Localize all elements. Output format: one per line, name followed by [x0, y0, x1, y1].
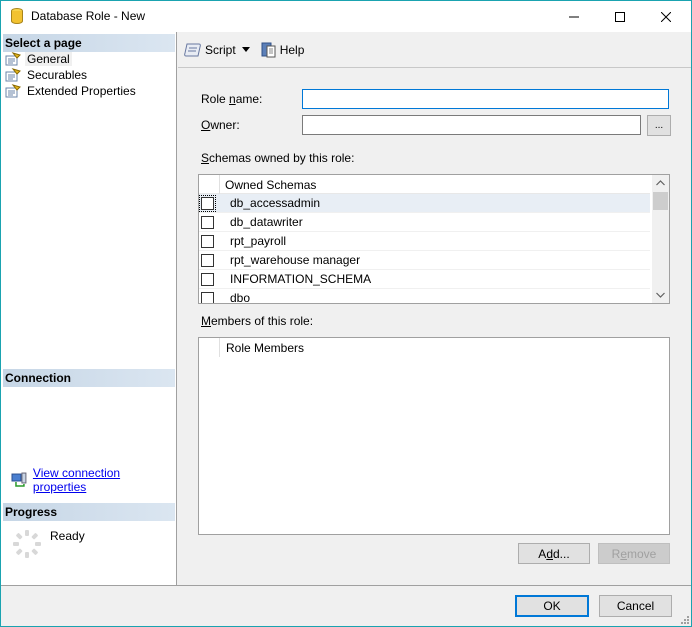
- help-label: Help: [279, 42, 305, 57]
- page-item-label: Extended Properties: [27, 84, 136, 98]
- label-text: embers of this role:: [211, 314, 314, 328]
- page-item-general[interactable]: General: [5, 51, 72, 67]
- label-text: wner:: [210, 118, 240, 132]
- access-key: O: [201, 118, 211, 132]
- minimize-button[interactable]: [551, 1, 597, 32]
- label-text: move: [627, 546, 657, 561]
- schema-checkbox[interactable]: [201, 215, 214, 229]
- cancel-button[interactable]: Cancel: [599, 595, 672, 617]
- schema-row[interactable]: rpt_warehouse manager: [199, 251, 650, 270]
- role-members-column-header[interactable]: Role Members: [226, 341, 304, 355]
- help-button[interactable]: Help: [261, 42, 305, 58]
- role-name-label: Role name:: [201, 92, 262, 106]
- owned-schemas-column-header[interactable]: Owned Schemas: [225, 178, 316, 192]
- access-key: e: [620, 546, 627, 561]
- schema-name: dbo: [230, 291, 251, 304]
- access-key: S: [201, 151, 210, 165]
- connection-icon: [11, 472, 27, 487]
- database-icon: [11, 8, 23, 24]
- page-properties-icon: [5, 52, 21, 66]
- schema-row[interactable]: INFORMATION_SCHEMA: [199, 270, 650, 289]
- page-properties-icon: [5, 68, 21, 82]
- schema-name: db_accessadmin: [230, 196, 321, 210]
- browse-owner-button[interactable]: ...: [647, 115, 671, 136]
- progress-spinner-icon: [13, 530, 41, 558]
- schema-row[interactable]: db_accessadmin: [199, 194, 650, 213]
- ok-button[interactable]: OK: [515, 595, 589, 617]
- schema-row[interactable]: dbo: [199, 289, 650, 304]
- schemas-scrollbar[interactable]: [652, 175, 669, 303]
- column-divider: [219, 175, 220, 194]
- grid-header: Role Members: [199, 338, 669, 357]
- schema-checkbox[interactable]: [199, 194, 216, 212]
- view-connection-properties-link[interactable]: View connection properties: [33, 466, 176, 494]
- label-text: d...: [553, 546, 570, 561]
- page-properties-icon: [5, 84, 21, 98]
- chevron-down-icon: [241, 47, 250, 52]
- access-key: d: [546, 546, 553, 561]
- toolbar: Script Help: [178, 32, 691, 68]
- scrollbar-thumb[interactable]: [653, 192, 668, 210]
- maximize-icon: [615, 11, 625, 22]
- page-item-extended-properties[interactable]: Extended Properties: [5, 83, 136, 99]
- page-item-securables[interactable]: Securables: [5, 67, 87, 83]
- page-item-label: Securables: [27, 68, 88, 82]
- members-label: Members of this role:: [201, 314, 313, 328]
- close-button[interactable]: [643, 1, 689, 32]
- add-member-button[interactable]: Ad d...: [518, 543, 590, 564]
- owned-schemas-grid: Owned Schemas db_accessadmin db_datawrit…: [198, 174, 670, 304]
- schema-name: rpt_payroll: [230, 234, 287, 248]
- schema-name: db_datawriter: [230, 215, 303, 229]
- owner-label: Owner:: [201, 118, 240, 132]
- resize-grip-icon[interactable]: [681, 616, 689, 624]
- schema-checkbox[interactable]: [201, 253, 214, 267]
- footer-divider: [1, 585, 691, 586]
- scroll-up-icon[interactable]: [656, 180, 665, 186]
- database-role-dialog: Database Role - New Select a page Genera…: [0, 0, 692, 627]
- script-button[interactable]: Script: [184, 42, 236, 58]
- select-page-header: Select a page: [3, 34, 175, 52]
- schema-checkbox[interactable]: [201, 272, 214, 286]
- minimize-icon: [569, 16, 579, 17]
- maximize-button[interactable]: [597, 1, 643, 32]
- schema-checkbox[interactable]: [201, 234, 214, 248]
- owner-input[interactable]: [302, 115, 641, 135]
- scroll-down-icon[interactable]: [656, 292, 665, 298]
- page-item-label: General: [25, 52, 72, 66]
- label-text: A: [538, 546, 547, 561]
- schema-name: rpt_warehouse manager: [230, 253, 361, 267]
- grid-header: Owned Schemas: [199, 175, 650, 194]
- role-members-grid: Role Members: [198, 337, 670, 535]
- access-key: M: [201, 314, 211, 328]
- left-panel: Select a page General Securables Extende…: [1, 32, 177, 585]
- schema-name: INFORMATION_SCHEMA: [230, 272, 372, 286]
- title-bar: Database Role - New: [1, 1, 691, 32]
- column-divider: [219, 338, 220, 357]
- script-dropdown[interactable]: [241, 47, 253, 52]
- schemas-label: Schemas owned by this role:: [201, 151, 354, 165]
- schema-row[interactable]: rpt_payroll: [199, 232, 650, 251]
- close-icon: [661, 11, 671, 22]
- label-text: Role: [201, 92, 230, 106]
- script-icon: [184, 43, 201, 56]
- remove-member-button[interactable]: Re move: [598, 543, 670, 564]
- label-text: R: [611, 546, 621, 561]
- script-label: Script: [205, 42, 236, 57]
- progress-status: Ready: [50, 529, 85, 543]
- label-text: chemas owned by this role:: [209, 151, 355, 165]
- connection-header: Connection: [3, 369, 175, 387]
- progress-header: Progress: [3, 503, 175, 521]
- schema-checkbox[interactable]: [201, 291, 214, 303]
- help-icon: [261, 42, 276, 57]
- window-title: Database Role - New: [31, 9, 146, 23]
- view-connection-properties[interactable]: View connection properties: [11, 466, 176, 494]
- label-text: ame:: [235, 92, 263, 106]
- access-key: n: [229, 92, 236, 106]
- schema-row[interactable]: db_datawriter: [199, 213, 650, 232]
- role-name-input[interactable]: [302, 89, 669, 109]
